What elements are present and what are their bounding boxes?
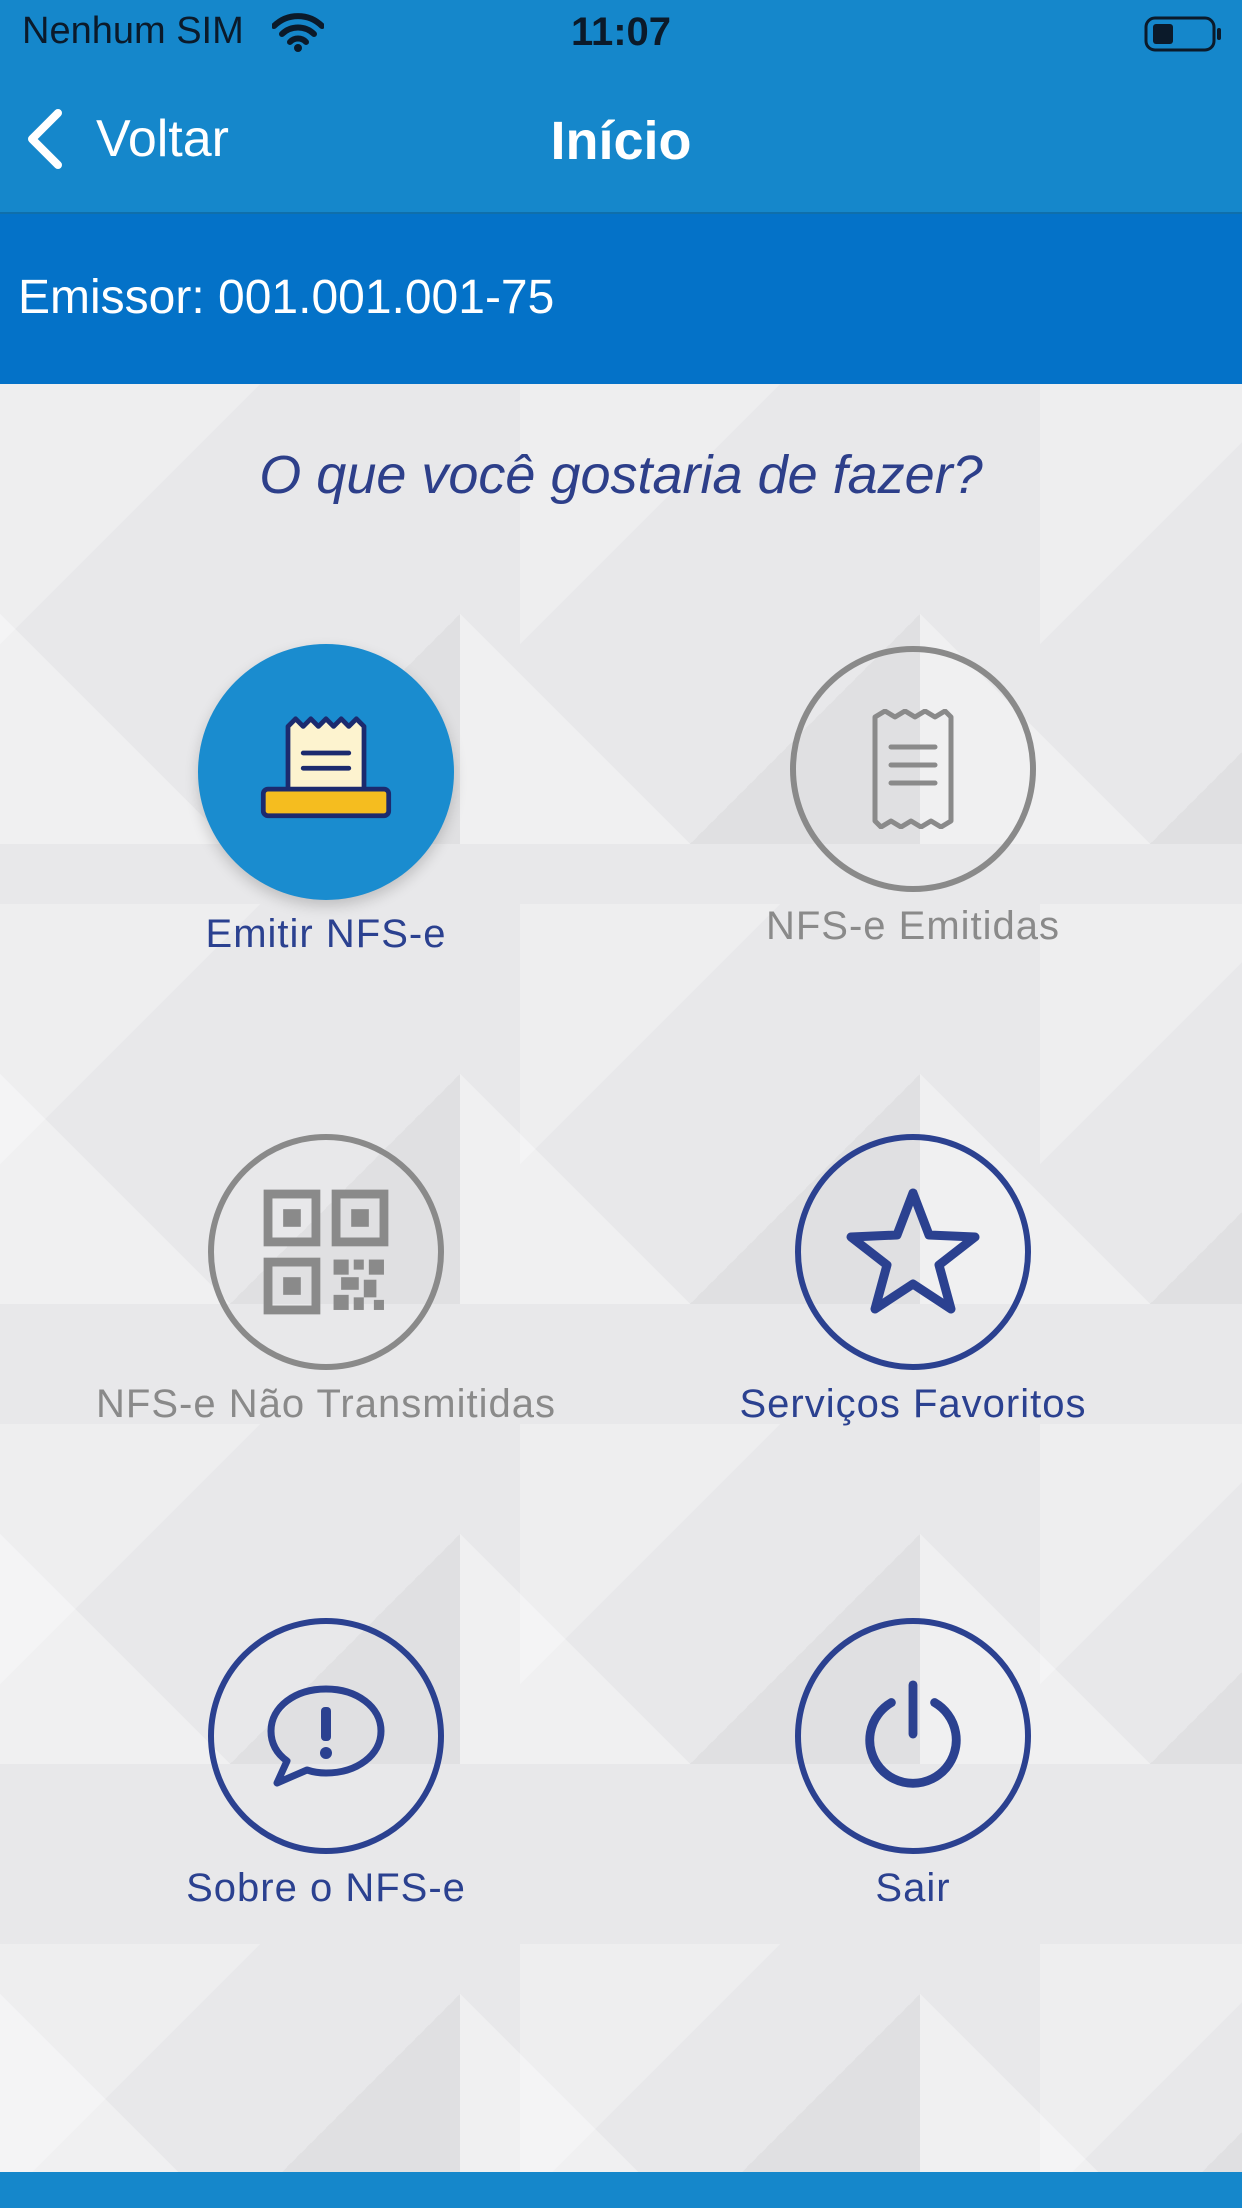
nfse-emitidas-label: NFS-e Emitidas xyxy=(765,904,1061,948)
star-icon xyxy=(795,1134,1031,1370)
servicos-favoritos-label: Serviços Favoritos xyxy=(739,1382,1087,1426)
speech-bubble-exclamation-icon xyxy=(208,1618,444,1854)
sair-button[interactable]: Sair xyxy=(633,1618,1193,1911)
qr-code-icon xyxy=(208,1134,444,1370)
nfse-nao-transmitidas-label: NFS-e Não Transmitidas xyxy=(96,1382,556,1426)
emitir-nfse-label: Emitir NFS-e xyxy=(205,912,447,956)
sair-label: Sair xyxy=(875,1866,951,1910)
issuer-bar: Emissor: 001.001.001-75 xyxy=(0,214,1242,384)
servicos-favoritos-button[interactable]: Serviços Favoritos xyxy=(633,1134,1193,1427)
receipt-printer-icon xyxy=(198,644,454,900)
sobre-nfse-label: Sobre o NFS-e xyxy=(186,1866,466,1910)
question-heading: O que você gostaria de fazer? xyxy=(259,445,983,505)
status-bar: Nenhum SIM 11:07 xyxy=(0,0,1242,66)
sobre-nfse-button[interactable]: Sobre o NFS-e xyxy=(46,1618,606,1911)
status-time: 11:07 xyxy=(570,10,672,54)
battery-icon xyxy=(1144,16,1224,52)
power-icon xyxy=(795,1618,1031,1854)
bottom-bar xyxy=(0,2172,1242,2208)
nfse-emitidas-button[interactable]: NFS-e Emitidas xyxy=(633,646,1193,949)
nfse-nao-transmitidas-button[interactable]: NFS-e Não Transmitidas xyxy=(46,1134,606,1427)
page-title: Início xyxy=(550,111,692,171)
navigation-bar: Voltar Início xyxy=(0,66,1242,214)
issuer-id: Emissor: 001.001.001-75 xyxy=(18,271,555,324)
main-content: O que você gostaria de fazer? Emitir NFS… xyxy=(0,384,1242,2172)
receipt-icon xyxy=(790,646,1036,892)
emitir-nfse-button[interactable]: Emitir NFS-e xyxy=(46,644,606,957)
